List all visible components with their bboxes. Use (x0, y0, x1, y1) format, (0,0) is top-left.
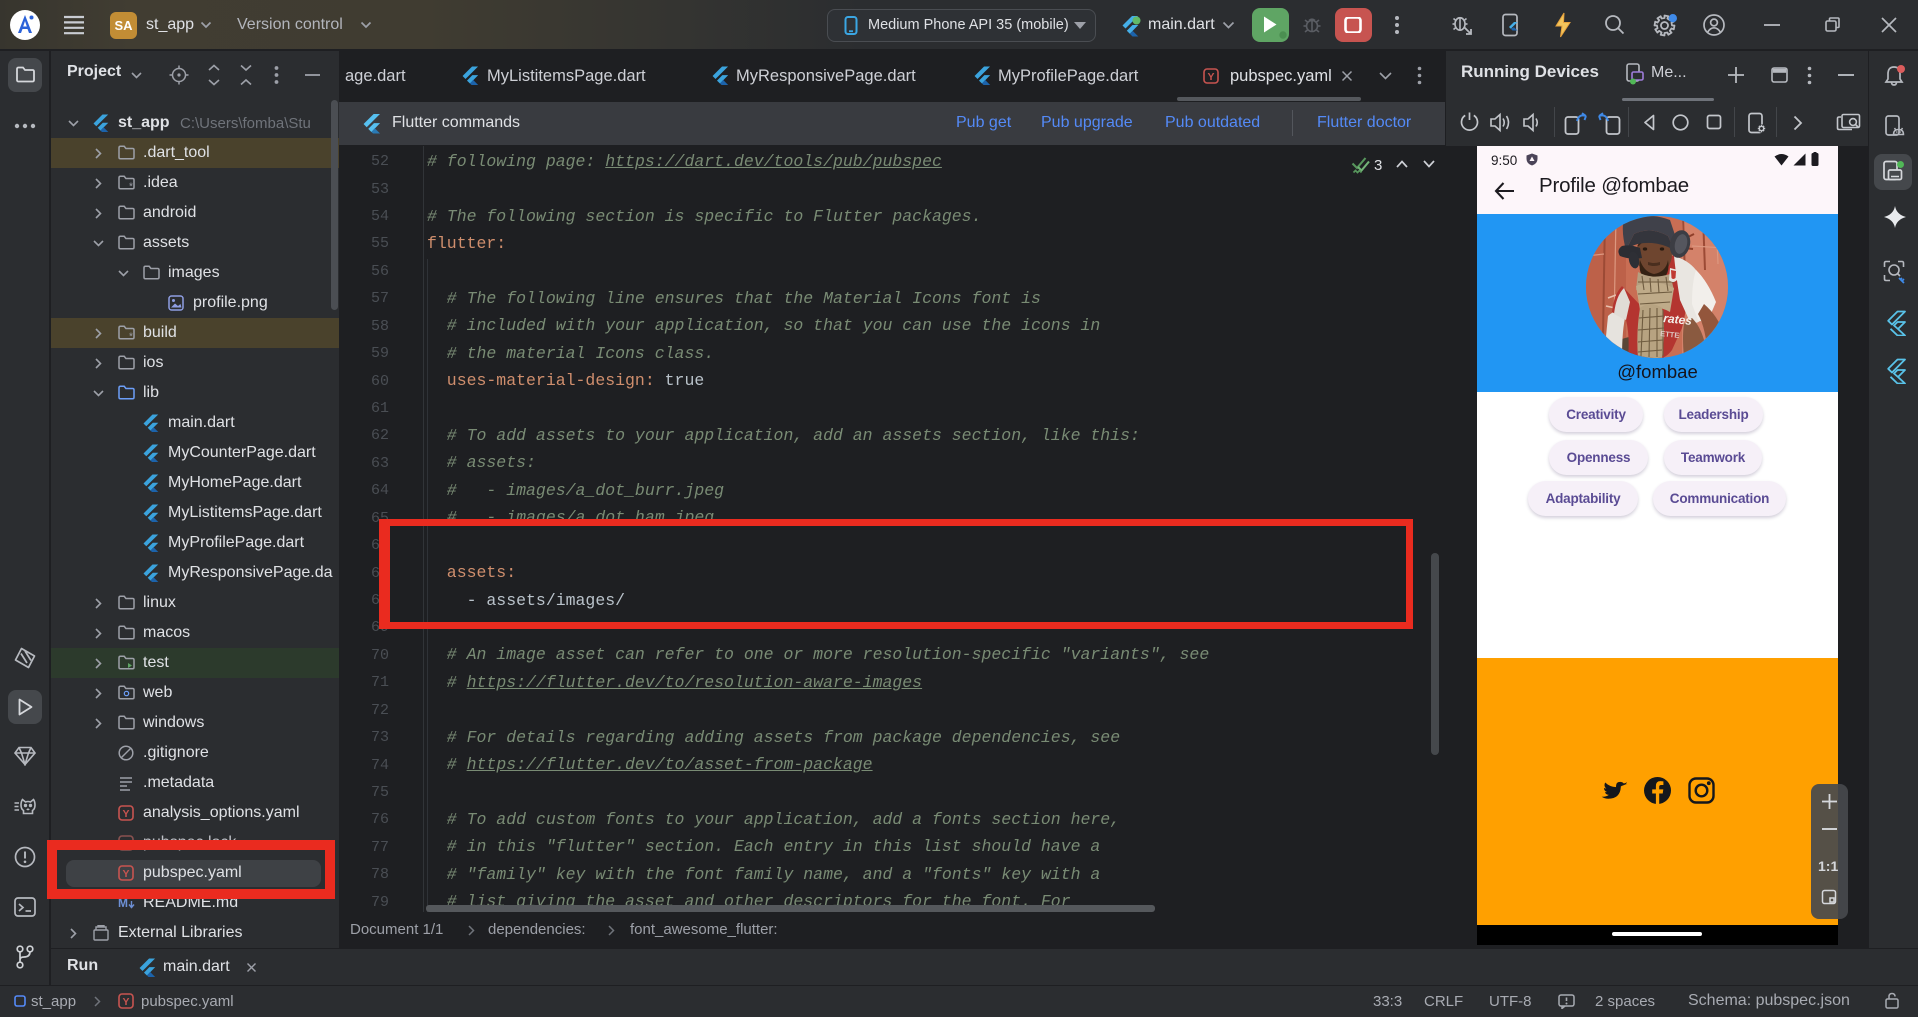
svg-text:*: * (129, 332, 133, 341)
svg-text:Y: Y (122, 996, 129, 1008)
svg-text:Y: Y (122, 808, 129, 820)
svg-text:*: * (129, 182, 133, 191)
svg-text:Y: Y (1207, 71, 1214, 83)
